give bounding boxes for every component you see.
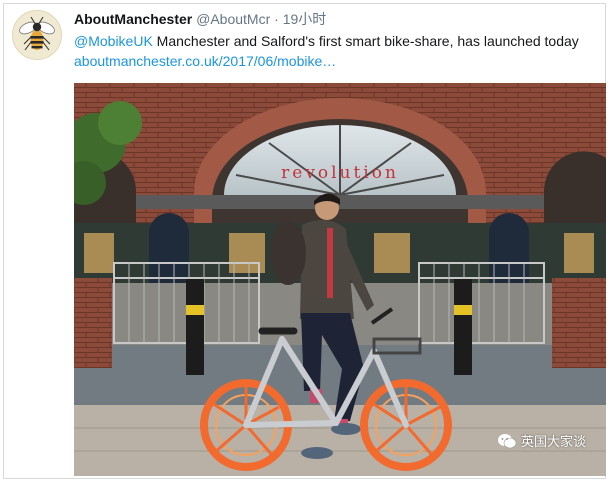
avatar[interactable] (12, 10, 62, 60)
separator-dot: · (274, 11, 279, 27)
bee-logo-icon (19, 16, 55, 51)
revolution-sign: revolution (281, 163, 399, 183)
watermark-text: 英国大家谈 (520, 435, 586, 450)
tweet-photo[interactable]: revolution 英国大家谈 (74, 83, 606, 476)
bike-share-photo: revolution (74, 83, 606, 476)
tweet-header: AboutManchester @AboutMcr · 19小时 (74, 10, 326, 28)
tweet-text: @MobikeUK Manchester and Salford's first… (74, 31, 594, 71)
mention-link[interactable]: @MobikeUK (74, 33, 153, 49)
timestamp[interactable]: 19小时 (283, 11, 327, 27)
wechat-icon (497, 433, 517, 448)
tweet-body: Manchester and Salford's first smart bik… (152, 33, 579, 49)
author-handle[interactable]: @AboutMcr (196, 11, 270, 27)
watermark: 英国大家谈 (497, 431, 586, 450)
author-name[interactable]: AboutManchester (74, 11, 192, 27)
article-link[interactable]: aboutmanchester.co.uk/2017/06/mobike… (74, 53, 336, 69)
